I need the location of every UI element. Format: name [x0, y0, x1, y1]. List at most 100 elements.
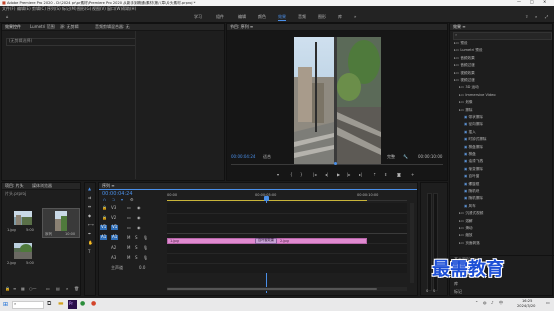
razor-tool-icon[interactable]: ◆	[88, 213, 91, 219]
start-windows-icon[interactable]: ⊞	[3, 301, 8, 308]
lift-icon[interactable]: ⇡	[373, 172, 376, 178]
master-volume-value[interactable]: 0.0	[139, 265, 145, 271]
clip-thumbnail-1[interactable]	[14, 211, 32, 225]
mute-button[interactable]: M	[127, 245, 130, 251]
menu-help[interactable]: 帮助(H)	[122, 6, 136, 12]
track-visibility-icon[interactable]: ◉	[137, 205, 141, 211]
hand-tool-icon[interactable]: ✋	[88, 240, 93, 246]
track-toggle-icon[interactable]: ▭	[127, 225, 131, 231]
tab-effects[interactable]: 效果 ≡	[453, 24, 466, 30]
tab-program[interactable]: 节目: 序列 ≡	[230, 24, 253, 30]
find-icon[interactable]: ⌕	[66, 286, 68, 292]
step-back-icon[interactable]: ◂|	[325, 172, 328, 178]
source-patch-a1[interactable]: A1	[100, 234, 108, 240]
workspace-more[interactable]: »	[354, 14, 356, 20]
quality-dropdown[interactable]: 完整	[387, 154, 395, 160]
fullscreen-icon[interactable]: ⤢	[545, 14, 548, 20]
effects-tree-item[interactable]: ▸▭ 缩放	[459, 233, 473, 237]
type-tool-icon[interactable]: T	[88, 249, 90, 255]
program-playhead[interactable]	[334, 162, 337, 165]
menu-sequence[interactable]: 序列(S)	[47, 6, 61, 12]
effects-tree-item[interactable]: ▣ 棋盘擦除	[464, 145, 483, 149]
new-item-icon[interactable]: ▤	[56, 286, 60, 292]
mic-icon[interactable]: 🎙	[143, 235, 148, 241]
track-label-v1[interactable]: V1	[111, 224, 119, 230]
lock-icon[interactable]: 🔒	[5, 286, 10, 292]
workspace-effects[interactable]: 效果	[278, 14, 286, 21]
tab-audio-clip-mixer[interactable]: 音频剪辑混合器: 无	[95, 24, 130, 30]
taskbar-search-box[interactable]: ⌕	[12, 301, 44, 309]
track-label-v2[interactable]: V2	[111, 215, 116, 221]
pen-tool-icon[interactable]: ✒	[88, 231, 91, 237]
effects-tree-item[interactable]: ▣ 棋盘	[464, 152, 476, 156]
network-icon[interactable]: ◍	[483, 300, 487, 306]
home-icon[interactable]: ⌂	[6, 14, 9, 20]
track-label-a1[interactable]: A1	[111, 234, 119, 240]
tab-project[interactable]: 项目: 片头	[5, 183, 24, 189]
effects-tree-item[interactable]: ▣ 螺旋框	[464, 182, 479, 186]
tab-media-browser[interactable]: 媒体浏览器	[32, 183, 52, 189]
extract-icon[interactable]: ⇞	[384, 172, 387, 178]
export-frame-icon[interactable]: ◙	[397, 172, 401, 178]
effects-tree-item[interactable]: ▣ 随机块	[464, 189, 479, 193]
solo-right-button[interactable]: S	[433, 289, 435, 293]
sequence-item[interactable]: 序列 10:00	[42, 208, 80, 238]
button-editor-icon[interactable]: +	[411, 172, 414, 178]
mark-out-icon[interactable]: }	[300, 172, 303, 178]
effects-tree-item[interactable]: ▸▭ 沉浸式视频	[459, 211, 483, 215]
add-marker-icon[interactable]: ▾	[277, 172, 279, 178]
effects-tree-item[interactable]: ▸▭ 3D 运动	[459, 85, 479, 89]
effects-tree-item[interactable]: ▸▭ 划像	[459, 100, 473, 104]
effects-tree-item[interactable]: ▸▭ 擦除	[459, 108, 473, 112]
timeline-scrollbar[interactable]	[167, 287, 407, 291]
effects-tree-item[interactable]: ▸▭ 溶解	[459, 219, 473, 223]
effects-tree-item[interactable]: ▣ 径向擦除	[464, 122, 483, 126]
tab-sequence[interactable]: 序列 ≡	[102, 183, 115, 189]
source-patch-v1[interactable]: V1	[100, 224, 108, 230]
effects-tree-item[interactable]: ▸▭ 音频过渡	[454, 63, 475, 67]
tab-lumetri-scopes[interactable]: Lumetri 范围	[30, 24, 55, 30]
mark-in-icon[interactable]: {	[290, 172, 293, 178]
menu-graphics[interactable]: 图形(G)	[77, 6, 91, 12]
track-label-a2[interactable]: A2	[111, 245, 116, 251]
program-timecode[interactable]: 00:00:04:24	[231, 154, 255, 160]
effects-tree-item[interactable]: ▣ 时钟式擦除	[464, 137, 487, 141]
zoom-slider[interactable]: ○—	[29, 286, 37, 292]
selection-tool-icon[interactable]: ▲	[88, 186, 91, 192]
new-bin-icon[interactable]: ▭	[46, 286, 50, 292]
track-visibility-icon[interactable]: ◉	[137, 225, 141, 231]
workspace-assembly[interactable]: 组件	[216, 14, 224, 20]
share-icon[interactable]: ⇪	[525, 14, 528, 20]
icon-view-icon[interactable]: ▦	[21, 286, 25, 292]
effects-tree-item[interactable]: ▸▭ Immersive Video	[459, 93, 496, 97]
settings-icon[interactable]: 🔧	[403, 154, 408, 160]
mute-button[interactable]: M	[127, 255, 130, 261]
fit-dropdown[interactable]: 适合	[263, 154, 271, 160]
effects-tree-item[interactable]: ▣ 百叶窗	[464, 174, 479, 178]
taskbar-time[interactable]: 16:25	[522, 299, 532, 303]
timeline-scroll-thumb[interactable]	[167, 288, 377, 290]
file-explorer-icon[interactable]: ▬	[58, 300, 64, 307]
workspace-learn[interactable]: 学习	[194, 14, 202, 20]
menu-clip[interactable]: 剪辑(C)	[32, 6, 46, 12]
go-to-out-icon[interactable]: ▸|	[359, 172, 362, 178]
track-label-a3[interactable]: A3	[111, 255, 116, 261]
app-icon[interactable]: ●	[91, 300, 96, 307]
workspace-libraries[interactable]: 库	[338, 14, 342, 20]
transition-block[interactable]: 百叶窗效果	[255, 238, 277, 244]
effects-tree-item[interactable]: ▸▭ Lumetri 预设	[454, 48, 483, 52]
tab-source[interactable]: 源: 无剪辑	[60, 24, 79, 30]
slip-tool-icon[interactable]: ⟷	[88, 222, 94, 228]
effects-tree-item[interactable]: ▸▭ 音频效果	[454, 56, 475, 60]
go-to-in-icon[interactable]: |◂	[313, 172, 316, 178]
effects-tree-item[interactable]: ▸▭ 视频过渡	[454, 78, 475, 82]
ime-icon[interactable]: 中	[499, 300, 503, 306]
taskbar-date[interactable]: 2024/3/20	[517, 304, 535, 308]
tab-effect-controls[interactable]: 效果控件	[5, 24, 21, 30]
effects-tree-item[interactable]: ▸▭ 视频效果	[454, 71, 475, 75]
timeline-vertical-scrollbar[interactable]	[410, 203, 414, 283]
track-select-tool-icon[interactable]: ⇉	[88, 195, 91, 201]
effects-tree-item[interactable]: ▣ 带状擦除	[464, 115, 483, 119]
menu-file[interactable]: 文件(F)	[2, 6, 15, 12]
effects-tree-item[interactable]: ▸▭ 预设	[454, 41, 468, 45]
